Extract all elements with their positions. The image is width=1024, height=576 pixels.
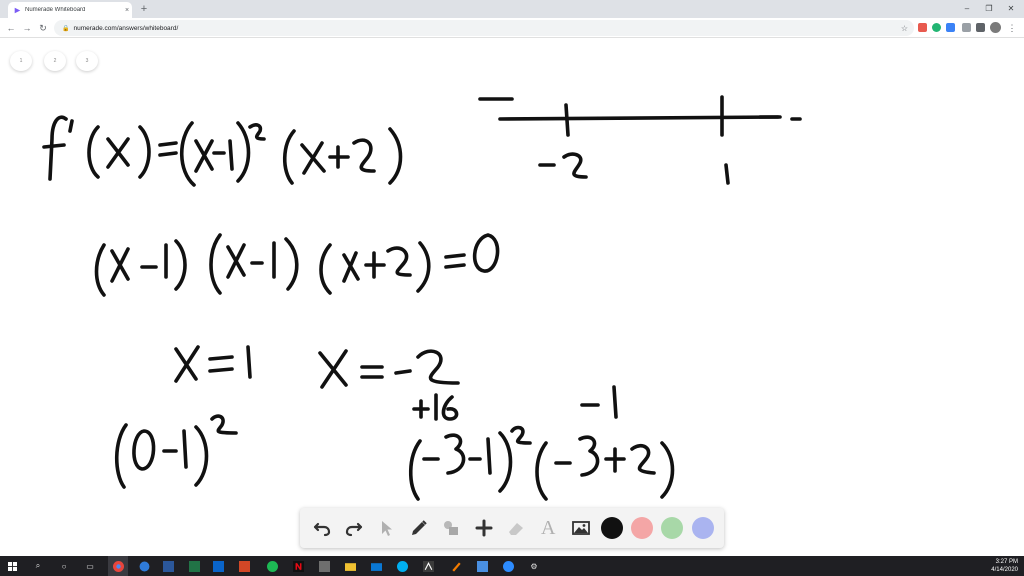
tab-close-icon[interactable]: × (122, 7, 132, 14)
edge-icon[interactable] (138, 560, 150, 572)
numerade-favicon-icon (14, 7, 21, 13)
search-icon[interactable]: ⌕ (32, 560, 44, 572)
browser-toolbar: ← → ↻ 🔒 numerade.com/answers/whiteboard/… (0, 18, 1024, 38)
cortana-icon[interactable]: ○ (58, 560, 70, 572)
file-explorer-icon[interactable] (344, 560, 356, 572)
skype-icon[interactable] (396, 560, 408, 572)
netflix-icon[interactable] (292, 560, 304, 572)
new-tab-button[interactable]: + (137, 2, 151, 16)
clock-date: 4/14/2020 (991, 567, 1018, 573)
text-tool-glyph: A (540, 516, 556, 539)
close-window-button[interactable]: ✕ (1000, 0, 1022, 18)
pen-icon[interactable] (407, 516, 431, 540)
settings-gear-icon[interactable]: ⚙ (528, 560, 540, 572)
tab-title: Numerade Whiteboard (25, 7, 86, 13)
word-icon[interactable] (162, 560, 174, 572)
redo-icon[interactable] (342, 516, 366, 540)
extension-icon[interactable] (962, 23, 971, 32)
color-swatch-red[interactable] (631, 517, 654, 539)
forward-icon[interactable]: → (20, 21, 34, 35)
page-tab-1[interactable]: 1 (10, 51, 32, 71)
select-icon[interactable] (375, 516, 399, 540)
whiteboard-canvas[interactable] (0, 39, 1024, 556)
mail-icon[interactable] (370, 560, 382, 572)
zoom-icon[interactable] (502, 560, 514, 572)
powerpoint-icon[interactable] (238, 560, 250, 572)
address-url: numerade.com/answers/whiteboard/ (73, 24, 179, 32)
pen-app-icon[interactable] (450, 560, 462, 572)
maximize-button[interactable]: ❐ (978, 0, 1000, 18)
bookmark-star-icon[interactable]: ☆ (901, 24, 908, 33)
lock-icon: 🔒 (62, 25, 70, 32)
browser-tab[interactable]: Numerade Whiteboard × (8, 2, 132, 18)
color-swatch-blue[interactable] (691, 517, 714, 539)
taskbar-clock[interactable]: 3:27 PM 4/14/2020 (978, 558, 1018, 574)
photos-icon[interactable] (476, 560, 488, 572)
drawing-toolbar: A (300, 508, 724, 548)
address-bar[interactable]: 🔒 numerade.com/answers/whiteboard/ ☆ (54, 20, 914, 36)
text-icon[interactable]: A (536, 516, 560, 540)
chrome-icon[interactable] (112, 560, 124, 572)
windows-taskbar: ⌕ ○ ▭ ⚙ 3:27 PM 4/14/2020 (0, 556, 1024, 576)
extension-icon[interactable] (976, 23, 985, 32)
windows-start-icon[interactable] (6, 560, 18, 572)
app-icon[interactable] (318, 560, 330, 572)
page-tab-2[interactable]: 2 (44, 51, 66, 71)
excel-icon[interactable] (188, 560, 200, 572)
reload-icon[interactable]: ↻ (36, 21, 50, 35)
adobe-icon[interactable] (422, 560, 434, 572)
back-icon[interactable]: ← (4, 21, 18, 35)
screen: Numerade Whiteboard × + – ❐ ✕ ← → ↻ 🔒 nu… (0, 0, 1024, 576)
extension-icon[interactable] (932, 23, 941, 32)
clock-time: 3:27 PM (995, 559, 1018, 565)
profile-avatar[interactable] (990, 22, 1001, 33)
minimize-button[interactable]: – (956, 0, 978, 18)
browser-tab-strip: Numerade Whiteboard × + – ❐ ✕ (0, 0, 1024, 18)
undo-icon[interactable] (310, 516, 334, 540)
task-view-icon[interactable]: ▭ (84, 560, 96, 572)
chrome-menu-icon[interactable]: ⋮ (1007, 21, 1017, 35)
eraser-icon[interactable] (504, 516, 528, 540)
add-icon[interactable] (472, 516, 496, 540)
handwriting-strokes (42, 95, 802, 501)
spotify-icon[interactable] (266, 560, 278, 572)
color-swatch-green[interactable] (661, 517, 684, 539)
page-tab-3[interactable]: 3 (76, 51, 98, 71)
extension-icon[interactable] (946, 23, 955, 32)
shapes-icon[interactable] (439, 516, 463, 540)
color-swatch-black[interactable] (600, 517, 623, 539)
extension-icon[interactable] (918, 23, 927, 32)
outlook-icon[interactable] (212, 560, 224, 572)
image-icon[interactable] (569, 516, 593, 540)
